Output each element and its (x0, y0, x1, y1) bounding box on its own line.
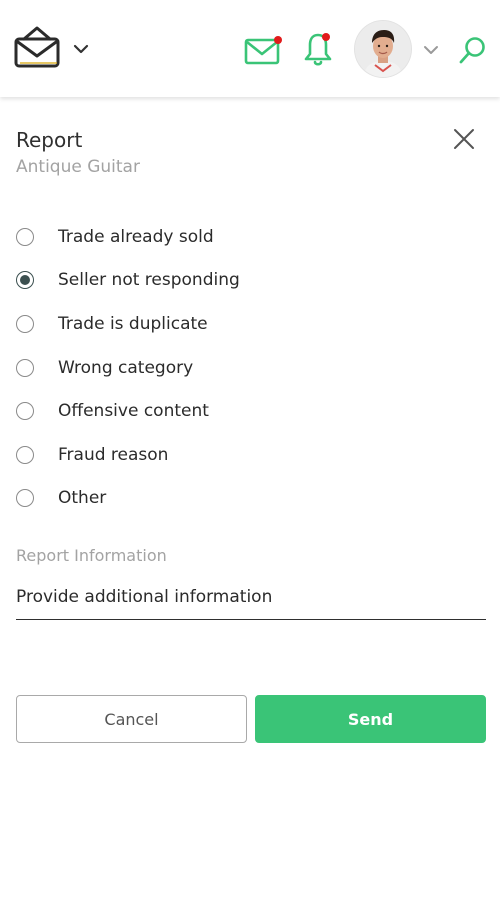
reason-option[interactable]: Other (16, 483, 476, 513)
radio-button[interactable] (16, 359, 34, 377)
reason-option[interactable]: Trade is duplicate (16, 309, 476, 339)
profile-menu-chevron-icon[interactable] (422, 43, 440, 57)
messages-button[interactable] (244, 35, 284, 67)
radio-button[interactable] (16, 402, 34, 420)
user-photo-icon (355, 21, 411, 77)
reason-label: Trade already sold (58, 227, 214, 247)
bell-icon (304, 33, 332, 66)
reason-option[interactable]: Seller not responding (16, 265, 476, 295)
notifications-button[interactable] (302, 31, 336, 69)
reason-option[interactable]: Fraud reason (16, 440, 476, 470)
dialog-title: Report (16, 128, 83, 152)
reason-option[interactable]: Offensive content (16, 396, 476, 426)
radio-button[interactable] (16, 446, 34, 464)
report-info-input[interactable] (16, 574, 486, 620)
close-button[interactable] (448, 123, 480, 155)
radio-button[interactable] (16, 228, 34, 246)
search-icon (459, 37, 485, 64)
reason-label: Wrong category (58, 358, 194, 378)
shopping-bag-icon[interactable] (14, 25, 60, 69)
notifications-badge (322, 33, 330, 41)
reason-option[interactable]: Wrong category (16, 353, 476, 383)
radio-button[interactable] (16, 489, 34, 507)
search-button[interactable] (456, 35, 488, 67)
close-icon (454, 129, 474, 149)
top-bar (0, 0, 500, 97)
reason-label: Offensive content (58, 401, 209, 421)
radio-button-selected[interactable] (16, 271, 34, 289)
report-info-label: Report Information (16, 546, 167, 565)
chevron-down-icon[interactable] (72, 42, 90, 56)
messages-badge (274, 36, 282, 44)
dialog-subtitle: Antique Guitar (16, 157, 140, 177)
reason-label: Fraud reason (58, 445, 169, 465)
cancel-button[interactable]: Cancel (16, 695, 247, 743)
avatar[interactable] (355, 21, 411, 77)
send-button[interactable]: Send (255, 695, 486, 743)
reason-option[interactable]: Trade already sold (16, 222, 476, 252)
reason-label: Other (58, 488, 107, 508)
reason-label: Trade is duplicate (58, 314, 208, 334)
reason-label: Seller not responding (58, 270, 240, 290)
radio-button[interactable] (16, 315, 34, 333)
